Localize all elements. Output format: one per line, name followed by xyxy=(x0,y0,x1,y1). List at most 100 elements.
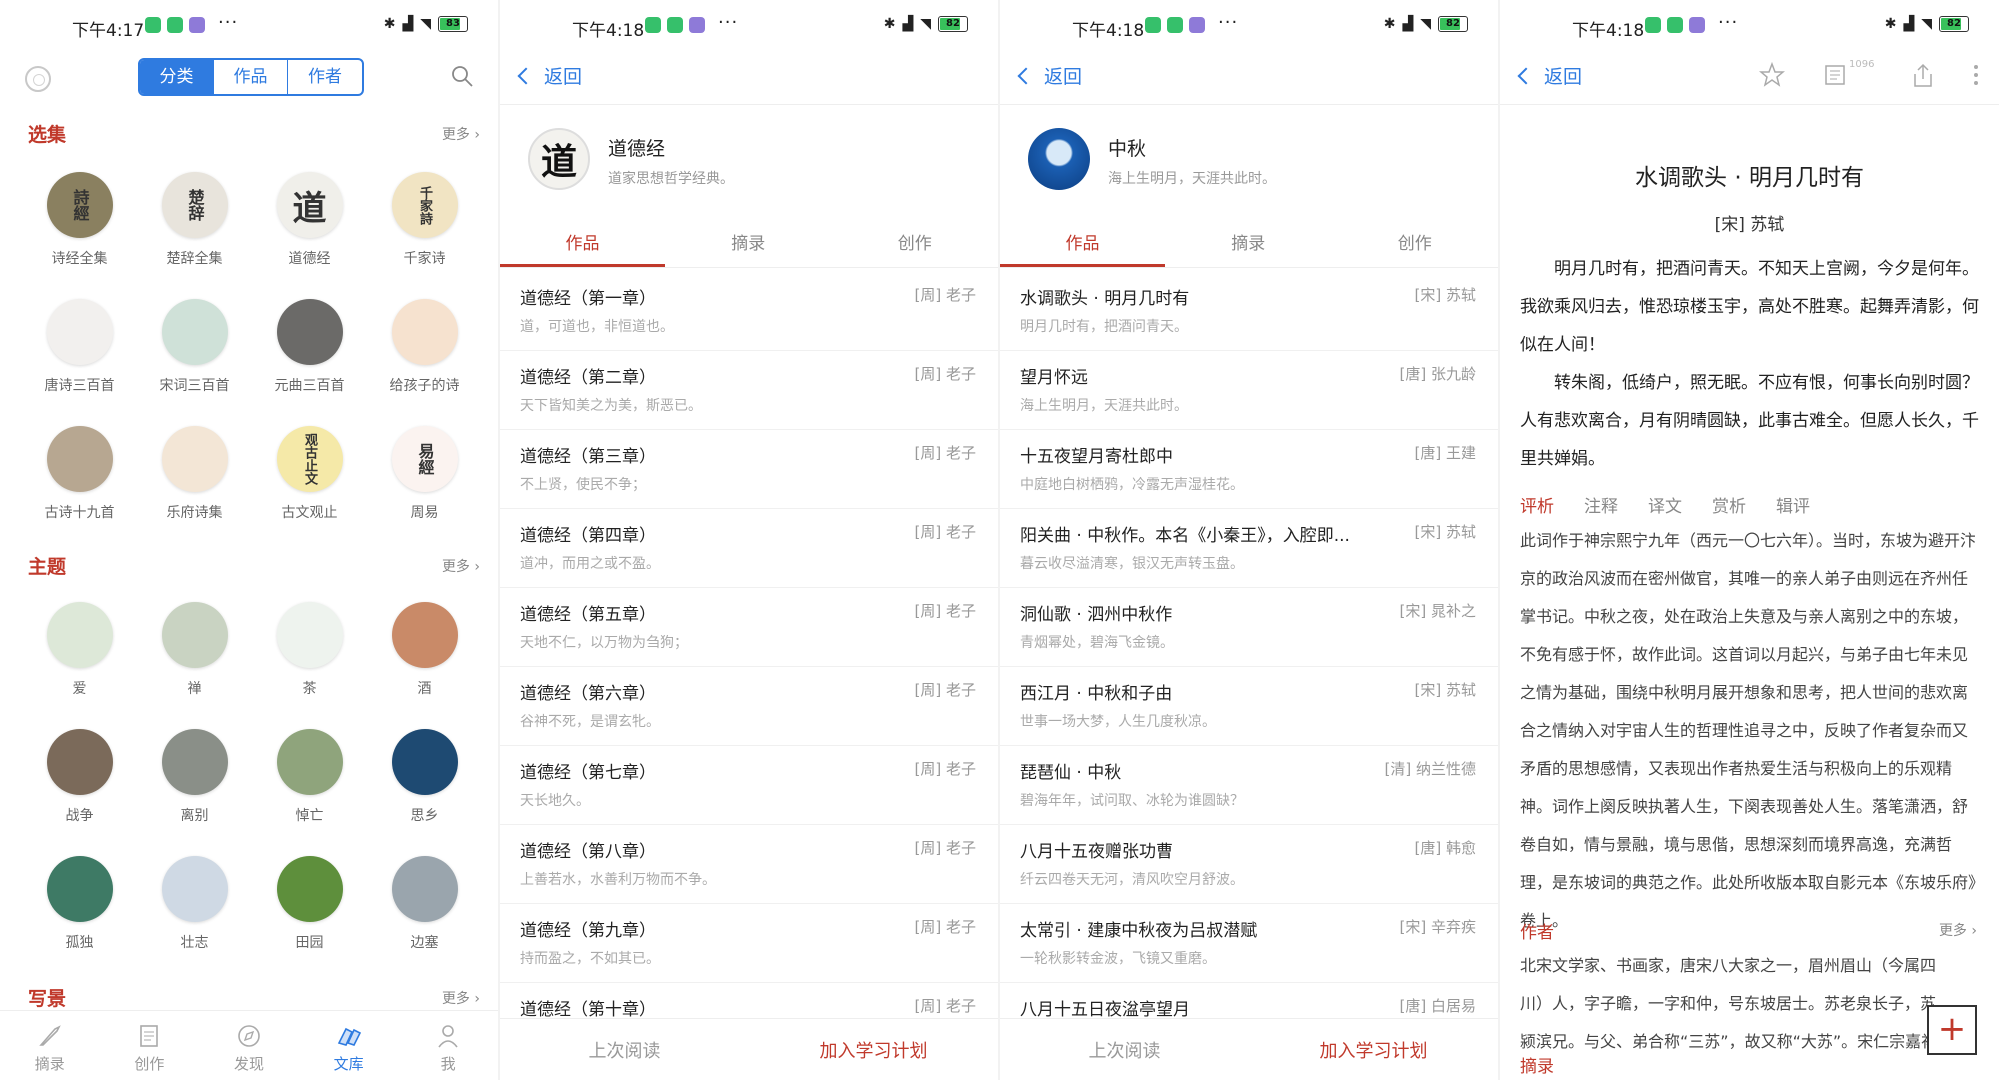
work-snippet: 天地不仁，以万物为刍狗； xyxy=(520,635,688,651)
work-list-item[interactable]: 道德经（第六章） [周] 老子 谷神不死，是谓玄牝。 xyxy=(500,667,998,746)
category-item[interactable]: 田园 xyxy=(252,856,367,983)
app-notify-icon xyxy=(667,17,683,33)
work-list-item[interactable]: 太常引 · 建康中秋夜为吕叔潜赋 [宋] 辛弃疾 一轮秋影转金波，飞镜又重磨。 xyxy=(1000,904,1498,983)
segment-works[interactable]: 作品 xyxy=(214,60,288,94)
tab-works[interactable]: 作品 xyxy=(1000,222,1165,267)
work-author: [唐] 张九龄 xyxy=(1399,365,1476,383)
tab-library[interactable]: 文库 xyxy=(299,1011,399,1080)
tab-appreciation[interactable]: 赏析 xyxy=(1712,492,1746,517)
category-item[interactable]: 楚辞 楚辞全集 xyxy=(137,172,252,299)
work-list-item[interactable]: 阳关曲 · 中秋作。本名《小秦王》，入腔即... [宋] 苏轼 暮云收尽溢清寒，银汉… xyxy=(1000,509,1498,588)
category-item[interactable]: 唐诗三百首 xyxy=(22,299,137,426)
tab-commentary[interactable]: 评析 xyxy=(1520,492,1554,517)
category-item[interactable]: 茶 xyxy=(252,602,367,729)
sync-icon[interactable] xyxy=(25,66,51,92)
work-list-item[interactable]: 洞仙歌 · 泗州中秋作 [宋] 晁补之 青烟幂处，碧海飞金镜。 xyxy=(1000,588,1498,667)
category-item[interactable]: 古诗十九首 xyxy=(22,426,137,553)
work-list-item[interactable]: 十五夜望月寄杜郎中 [唐] 王建 中庭地白树栖鸦，冷露无声湿桂花。 xyxy=(1000,430,1498,509)
collection-subtitle: 道家思想哲学经典。 xyxy=(608,171,734,187)
work-list-item[interactable]: 琵琶仙 · 中秋 [清] 纳兰性德 碧海年年，试问取、冰轮为谁圆缺？ xyxy=(1000,746,1498,825)
work-list-item[interactable]: 道德经（第三章） [周] 老子 不上贤，使民不争； xyxy=(500,430,998,509)
status-bar: 下午4:18 ··· ✱ ▟ ◥ 82 xyxy=(1000,0,1498,50)
last-read-button[interactable]: 上次阅读 xyxy=(1000,1037,1249,1063)
add-study-plan-button[interactable]: 加入学习计划 xyxy=(749,1037,998,1063)
category-item[interactable]: 战争 xyxy=(22,729,137,856)
back-button[interactable]: 返回 xyxy=(517,62,582,89)
category-item[interactable]: 给孩子的诗 xyxy=(367,299,482,426)
category-item[interactable]: 酒 xyxy=(367,602,482,729)
last-read-button[interactable]: 上次阅读 xyxy=(500,1037,749,1063)
search-icon[interactable] xyxy=(450,64,474,88)
add-study-plan-button[interactable]: 加入学习计划 xyxy=(1249,1037,1498,1063)
category-item[interactable]: 悼亡 xyxy=(252,729,367,856)
work-author: [唐] 白居易 xyxy=(1399,997,1476,1015)
work-list-item[interactable]: 望月怀远 [唐] 张九龄 海上生明月，天涯共此时。 xyxy=(1000,351,1498,430)
more-collections-link[interactable]: 更多 › xyxy=(442,124,480,144)
system-icons: ✱ ▟ ◥ 83 xyxy=(384,16,468,32)
category-item[interactable]: 观古止文 古文观止 xyxy=(252,426,367,553)
work-list-item[interactable]: 道德经（第四章） [周] 老子 道冲，而用之或不盈。 xyxy=(500,509,998,588)
category-thumbnail xyxy=(161,299,228,365)
category-item[interactable]: 离别 xyxy=(137,729,252,856)
segment-category[interactable]: 分类 xyxy=(140,60,214,94)
more-themes-link[interactable]: 更多 › xyxy=(442,556,480,576)
app-notify-icon xyxy=(1667,17,1683,33)
category-item[interactable]: 道道德经 xyxy=(252,172,367,299)
share-icon[interactable] xyxy=(1911,62,1935,88)
back-button[interactable]: 返回 xyxy=(1517,62,1582,89)
tab-discover[interactable]: 发现 xyxy=(199,1011,299,1080)
tab-notes[interactable]: 注释 xyxy=(1584,492,1618,517)
work-list-item[interactable]: 道德经（第一章） [周] 老子 道，可道也，非恒道也。 xyxy=(500,272,998,351)
tab-excerpts[interactable]: 摘录 xyxy=(665,222,832,267)
category-label: 古文观止 xyxy=(281,505,338,521)
system-icons: ✱ ▟ ◥ 82 xyxy=(1885,16,1969,32)
work-list-item[interactable]: 道德经（第七章） [周] 老子 天长地久。 xyxy=(500,746,998,825)
wifi-icon: ◥ xyxy=(1420,16,1431,32)
battery-icon: 82 xyxy=(1939,16,1969,32)
tab-me[interactable]: 我 xyxy=(398,1011,498,1080)
tab-create[interactable]: 创作 xyxy=(100,1011,200,1080)
category-item[interactable]: 爱 xyxy=(22,602,137,729)
work-list-item[interactable]: 道德经（第九章） [周] 老子 持而盈之，不如其已。 xyxy=(500,904,998,983)
back-button[interactable]: 返回 xyxy=(1017,62,1082,89)
category-item[interactable]: 孤独 xyxy=(22,856,137,983)
work-author: [宋] 苏轼 xyxy=(1414,286,1476,304)
status-time: 下午4:17 xyxy=(72,21,145,41)
add-button[interactable]: + xyxy=(1927,1005,1977,1055)
category-item[interactable]: 千家詩 千家诗 xyxy=(367,172,482,299)
category-item[interactable]: 壮志 xyxy=(137,856,252,983)
tab-creations[interactable]: 创作 xyxy=(1332,222,1499,267)
work-title: 道德经（第六章） xyxy=(520,684,656,704)
category-item[interactable]: 思乡 xyxy=(367,729,482,856)
category-label: 田园 xyxy=(295,935,324,951)
category-item[interactable]: 乐府诗集 xyxy=(137,426,252,553)
work-list-item[interactable]: 水调歌头 · 明月几时有 [宋] 苏轼 明月几时有，把酒问青天。 xyxy=(1000,272,1498,351)
category-item[interactable]: 易經 周易 xyxy=(367,426,482,553)
star-icon[interactable] xyxy=(1759,62,1785,88)
more-scenery-link[interactable]: 更多 › xyxy=(442,988,480,1008)
tab-translation[interactable]: 译文 xyxy=(1648,492,1682,517)
thumbnail-glyph: 观古止文 xyxy=(302,433,317,485)
category-label: 诗经全集 xyxy=(51,251,108,267)
tab-creations[interactable]: 创作 xyxy=(832,222,999,267)
app-notify-icon xyxy=(689,17,705,33)
notes-count-button[interactable]: 1096 xyxy=(1823,59,1874,87)
category-item[interactable]: 禅 xyxy=(137,602,252,729)
work-list-item[interactable]: 西江月 · 中秋和子由 [宋] 苏轼 世事一场大梦，人生几度秋凉。 xyxy=(1000,667,1498,746)
category-item[interactable]: 边塞 xyxy=(367,856,482,983)
tab-excerpts[interactable]: 摘录 xyxy=(1165,222,1332,267)
category-item[interactable]: 宋词三百首 xyxy=(137,299,252,426)
tab-reviews[interactable]: 辑评 xyxy=(1776,492,1810,517)
collection-avatar: 道 xyxy=(528,128,590,190)
tab-excerpts[interactable]: 摘录 xyxy=(0,1011,100,1080)
work-list-item[interactable]: 八月十五夜赠张功曹 [唐] 韩愈 纤云四卷天无河，清风吹空月舒波。 xyxy=(1000,825,1498,904)
segment-authors[interactable]: 作者 xyxy=(288,60,362,94)
work-list-item[interactable]: 道德经（第五章） [周] 老子 天地不仁，以万物为刍狗； xyxy=(500,588,998,667)
author-more-link[interactable]: 更多 › xyxy=(1939,920,1977,940)
category-item[interactable]: 詩經 诗经全集 xyxy=(22,172,137,299)
more-vertical-icon[interactable] xyxy=(1973,63,1979,87)
work-list-item[interactable]: 道德经（第二章） [周] 老子 天下皆知美之为美，斯恶已。 xyxy=(500,351,998,430)
work-list-item[interactable]: 道德经（第八章） [周] 老子 上善若水，水善利万物而不争。 xyxy=(500,825,998,904)
tab-works[interactable]: 作品 xyxy=(500,222,665,267)
category-item[interactable]: 元曲三百首 xyxy=(252,299,367,426)
